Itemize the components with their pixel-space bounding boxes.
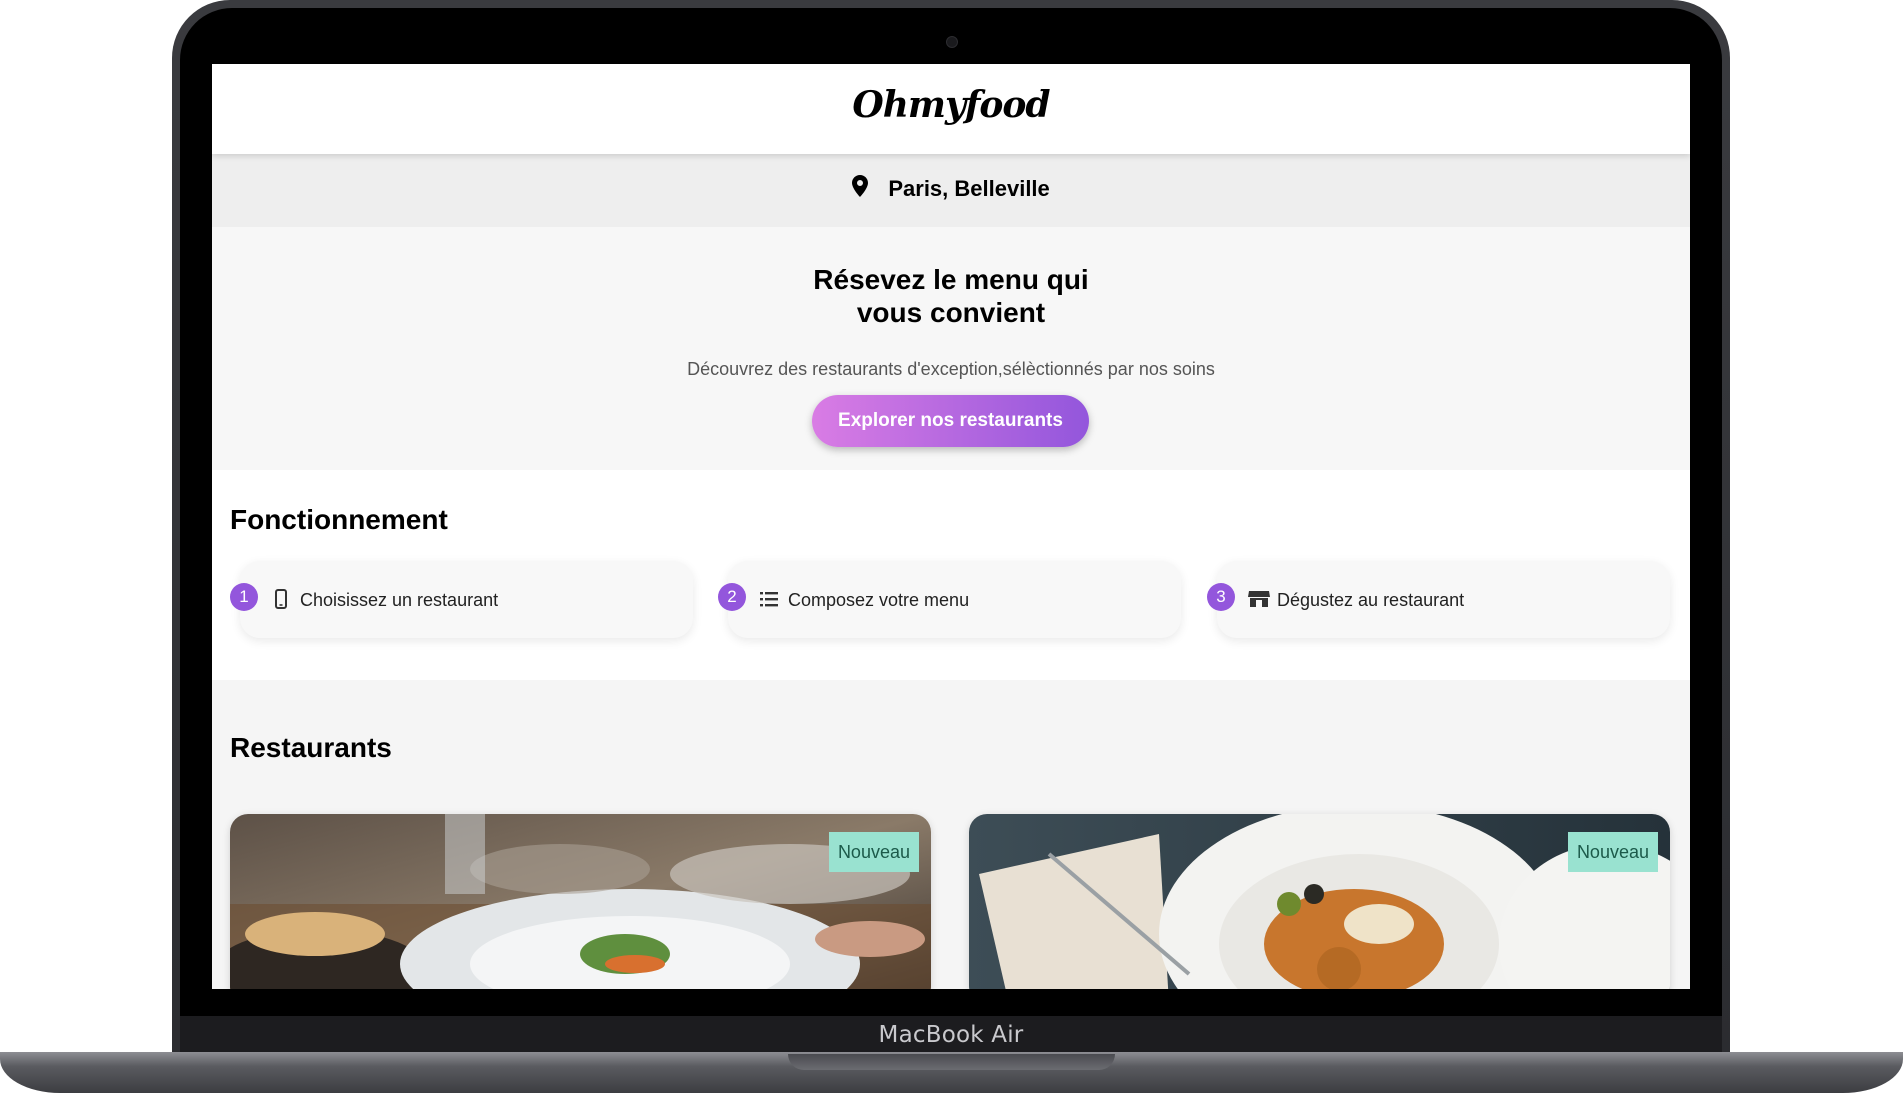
- step-label: Choisissez un restaurant: [300, 590, 499, 610]
- hero-title: Résevez le menu qui vous convient: [212, 263, 1690, 329]
- device-model-label: MacBook Air: [878, 1022, 1024, 1048]
- restaurant-card-1[interactable]: Nouveau: [230, 814, 931, 989]
- hero-subtitle: Découvrez des restaurants d'exception,sé…: [687, 359, 1215, 379]
- phone-icon: [275, 589, 287, 609]
- location-display: Paris, Belleville: [212, 175, 1690, 202]
- location-text: Paris, Belleville: [888, 176, 1050, 201]
- location-bar: Paris, Belleville: [212, 154, 1690, 227]
- browser-viewport: Ohmyfood Paris, Belleville Résevez le me…: [212, 64, 1690, 989]
- restaurants-section: Restaurants Nouveau Nouveau: [212, 680, 1690, 989]
- restaurant-card-2[interactable]: Nouveau: [969, 814, 1670, 989]
- step-card-2: 2 Composez votre menu: [718, 561, 1181, 638]
- restaurants-title: Restaurants: [230, 732, 392, 763]
- how-it-works-title: Fonctionnement: [230, 504, 448, 535]
- list-icon: [760, 592, 778, 607]
- step-card-1: 1 Choisissez un restaurant: [230, 561, 693, 638]
- site-logo[interactable]: Ohmyfood: [212, 84, 1690, 126]
- restaurant-photo: [969, 814, 1670, 989]
- step-number-badge: 2: [718, 583, 746, 611]
- hero-section: Résevez le menu qui vous convient Découv…: [212, 227, 1690, 470]
- map-pin-icon: [852, 175, 869, 198]
- how-it-works-section: Fonctionnement 1 Choisissez un restauran…: [212, 470, 1690, 680]
- store-icon: [1248, 591, 1270, 607]
- explore-restaurants-button[interactable]: Explorer nos restaurants: [812, 395, 1089, 447]
- hero-title-line-1: Résevez le menu qui: [813, 264, 1089, 295]
- step-number-badge: 1: [230, 583, 258, 611]
- hero-title-line-2: vous convient: [856, 297, 1046, 328]
- step-label: Composez votre menu: [788, 590, 970, 610]
- step-card-3: 3 Dégustez au restaurant: [1207, 561, 1670, 638]
- restaurant-photo: [230, 814, 931, 989]
- laptop-hinge-notch: [788, 1054, 1115, 1070]
- step-number-badge: 3: [1207, 583, 1235, 611]
- new-badge: Nouveau: [828, 832, 919, 872]
- site-header: Ohmyfood: [212, 64, 1690, 154]
- step-label: Dégustez au restaurant: [1277, 590, 1465, 610]
- camera-icon: [946, 36, 958, 48]
- new-badge: Nouveau: [1567, 832, 1658, 872]
